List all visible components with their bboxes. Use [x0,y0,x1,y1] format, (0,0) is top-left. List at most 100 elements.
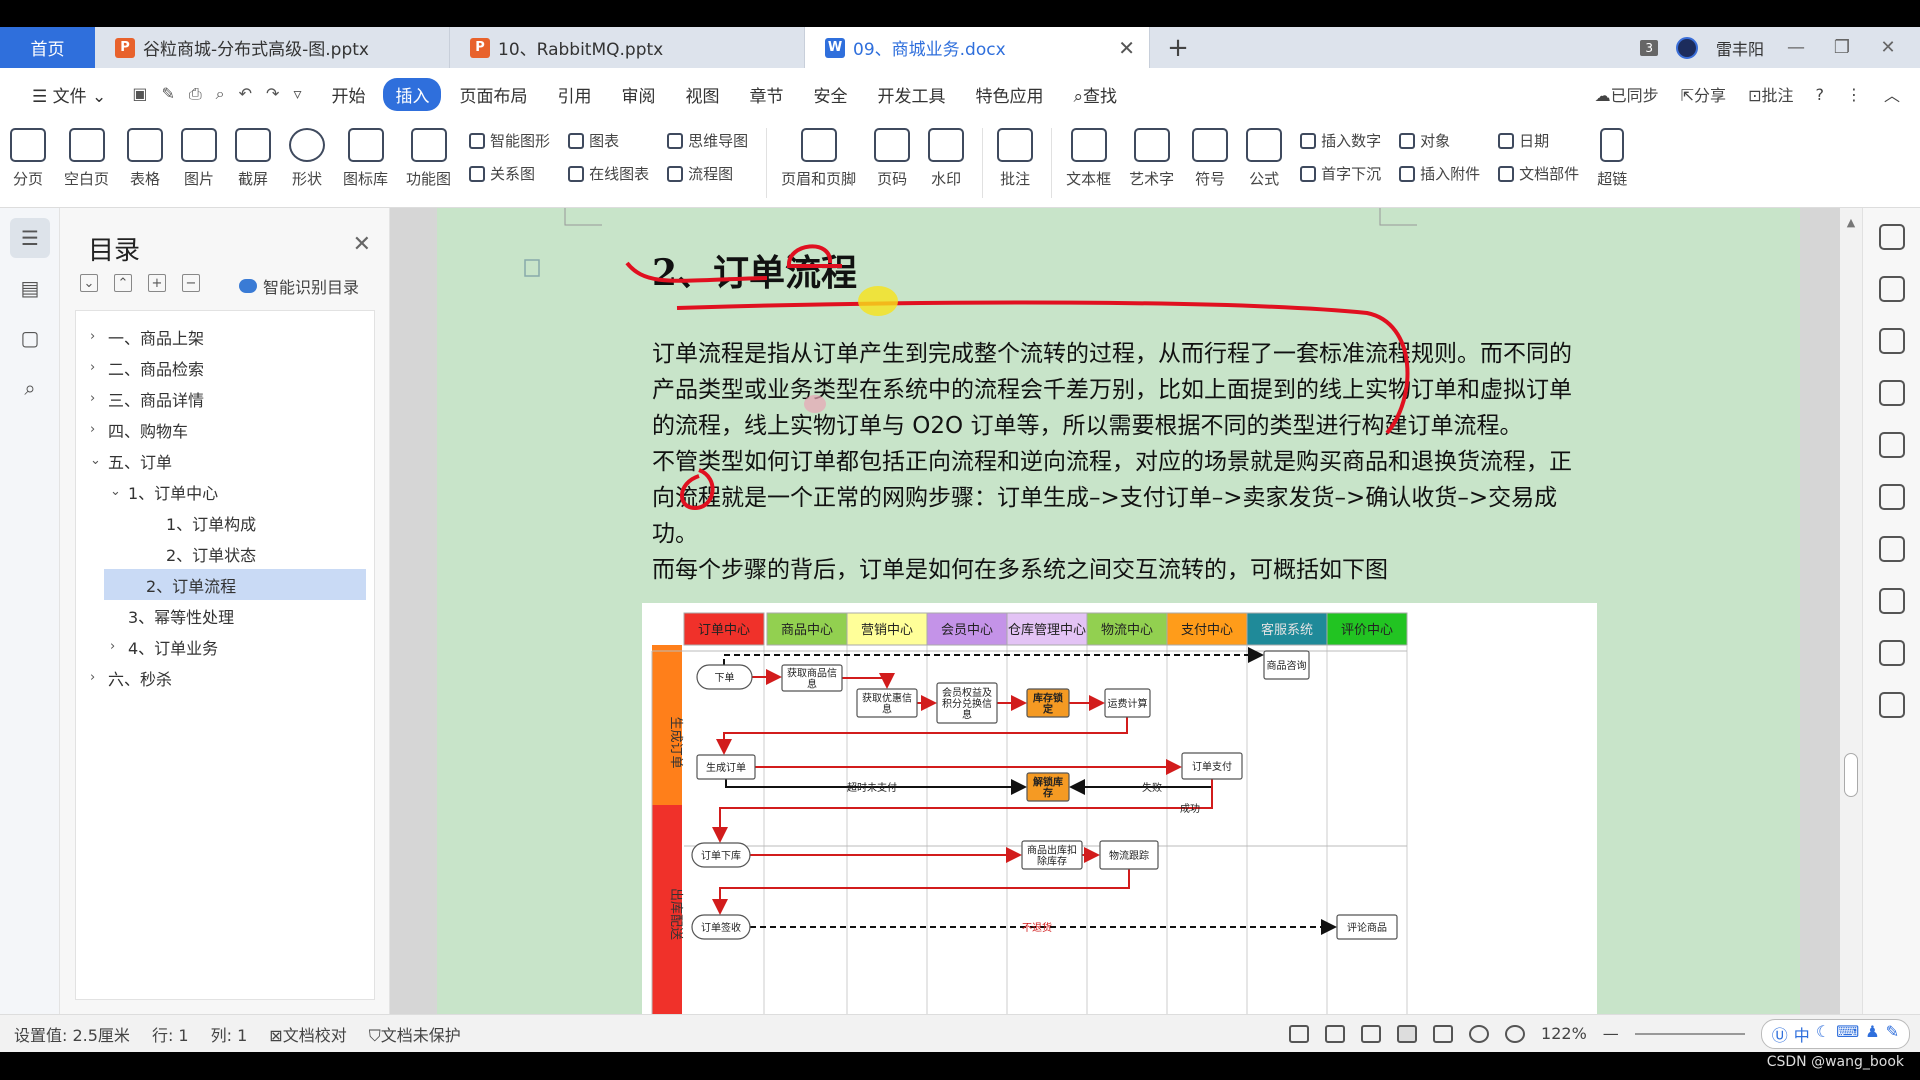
redo-icon[interactable]: ↷ [266,84,279,104]
icon-library-button[interactable]: 图标库 [343,120,388,189]
tab-pptx-2[interactable]: P 10、RabbitMQ.pptx [450,27,805,68]
collapse-all-icon[interactable]: ⌃ [114,274,132,292]
toc-item[interactable]: ⌄ 五、订单 [76,445,374,476]
toc-item[interactable]: 2、订单流程 [104,569,366,600]
window-close-icon[interactable]: ✕ [1874,37,1902,58]
chevron-right-icon[interactable]: › [90,670,108,685]
page-break-button[interactable]: 分页 [10,120,46,189]
proofread-button[interactable]: ⊠文档校对 [269,1022,346,1046]
chevron-right-icon[interactable]: › [90,360,108,375]
toc-item[interactable]: 3、幂等性处理 [76,600,374,631]
toc-item[interactable]: › 4、订单业务 [76,631,374,662]
file-menu[interactable]: ☰ 文件 ⌄ [20,78,118,111]
object-button[interactable]: 对象 [1399,130,1480,151]
toc-item[interactable]: › 二、商品检索 [76,352,374,383]
remove-heading-icon[interactable]: − [182,274,200,292]
shape-panel-icon[interactable] [1878,380,1905,406]
save-icon[interactable]: ▣ [132,84,147,104]
search-button[interactable]: ⌕查找 [1061,78,1129,111]
comment-insert-button[interactable]: 批注 [997,120,1034,189]
smart-graphic-button[interactable]: 智能图形 [469,130,550,151]
restore-icon[interactable]: ❐ [1828,37,1856,58]
picture-button[interactable]: 图片 [181,120,218,189]
table-panel-icon[interactable] [1878,484,1905,510]
flow-diagram[interactable]: 订单中心 商品中心 营销中心 会员中心 仓库管理中心 物流中心 支付中心 客服系统 评价中心 生… [642,603,1597,1014]
relation-chart-button[interactable]: 关系图 [469,163,550,184]
menu-start[interactable]: 开始 [319,78,377,111]
close-icon[interactable]: ✕ [1118,36,1135,60]
select-icon[interactable] [1878,276,1905,302]
write-mode-icon[interactable] [1361,1024,1382,1043]
avatar[interactable] [1675,36,1698,59]
pen-icon[interactable] [1878,224,1905,250]
hyperlink-button[interactable]: 超链 [1597,120,1627,189]
chart-button[interactable]: 图表 [568,130,649,151]
web-view-icon[interactable] [1469,1024,1490,1043]
chevron-right-icon[interactable]: › [110,639,128,654]
toc-item[interactable]: › 三、商品详情 [76,383,374,414]
find-icon[interactable]: ⌕ [10,368,50,408]
watermark-button[interactable]: 水印 [928,120,965,189]
symbol-button[interactable]: 符号 [1192,120,1229,189]
close-icon[interactable]: ✕ [353,232,371,257]
tab-docx-active[interactable]: W 09、商城业务.docx ✕ [805,27,1150,68]
insert-number-button[interactable]: 插入数字 [1300,130,1381,151]
textbox-button[interactable]: 文本框 [1066,120,1111,189]
chart-panel-icon[interactable] [1878,588,1905,614]
sync-button[interactable]: ☁已同步 [1595,82,1659,106]
scroll-up-icon[interactable]: ▲ [1840,216,1862,229]
zoom-out-icon[interactable]: — [1603,1024,1619,1043]
user-name[interactable]: 雷丰阳 [1716,36,1764,60]
menu-review[interactable]: 审阅 [609,78,667,111]
image-panel-icon[interactable] [1878,692,1905,718]
menu-insert[interactable]: 插入 [383,77,442,111]
smart-toc-button[interactable]: 智能识别目录 [238,274,359,298]
eye-protect-icon[interactable] [1505,1024,1526,1043]
fill-icon[interactable] [1878,432,1905,458]
page-view-icon[interactable] [1397,1024,1418,1043]
tab-pptx-1[interactable]: P 谷粒商城-分布式高级-图.pptx [95,27,450,68]
add-heading-icon[interactable]: + [148,274,166,292]
new-tab-button[interactable]: + [1150,27,1206,68]
formula-button[interactable]: 公式 [1246,120,1283,189]
menu-security[interactable]: 安全 [801,78,859,111]
online-chart-button[interactable]: 在线图表 [568,163,649,184]
undo-icon[interactable]: ↶ [239,84,252,104]
window-count-badge[interactable]: 3 [1640,39,1658,56]
wordart-button[interactable]: 艺术字 [1129,120,1174,189]
ime-toolbar[interactable]: Ⓤ 中 ☾ ⌨ ♟ ✎ [1760,1018,1910,1049]
mindmap-button[interactable]: 思维导图 [667,130,748,151]
chevron-right-icon[interactable]: › [90,422,108,437]
toc-item[interactable]: › 四、购物车 [76,414,374,445]
drop-cap-button[interactable]: 首字下沉 [1300,163,1381,184]
style-icon[interactable] [1878,328,1905,354]
minimize-icon[interactable]: — [1782,37,1810,58]
menu-layout[interactable]: 页面布局 [447,78,539,111]
chevron-right-icon[interactable]: › [90,329,108,344]
shape-button[interactable]: 形状 [289,120,326,189]
expand-all-icon[interactable]: ⌄ [80,274,98,292]
toc-item[interactable]: › 六、秒杀 [76,662,374,693]
document-page[interactable]: 2、订单流程 订单流程是指从订单产生到完成整个流转的过程，从而行程了一套标准流程… [437,208,1800,1014]
bookmark-icon[interactable]: ▢ [10,318,50,358]
header-footer-button[interactable]: 页眉和页脚 [781,120,856,189]
collapse-ribbon-icon[interactable]: ︿ [1884,82,1900,106]
blank-page-button[interactable]: 空白页 [64,120,109,189]
zoom-slider[interactable] [1634,1032,1745,1035]
format-painter-icon[interactable]: ✎ [161,84,174,104]
pages-panel-icon[interactable]: ▤ [10,268,50,308]
help-icon[interactable]: ? [1815,85,1824,104]
menu-features[interactable]: 特色应用 [963,78,1055,111]
attachment-button[interactable]: 插入附件 [1399,163,1480,184]
outline-view-icon[interactable] [1433,1024,1454,1043]
more-icon[interactable]: ▿ [293,84,301,104]
menu-chapter[interactable]: 章节 [737,78,795,111]
vertical-scrollbar[interactable]: ▲ [1840,208,1862,1014]
tab-home[interactable]: 首页 [0,27,95,68]
grid-icon[interactable] [1878,536,1905,562]
menu-view[interactable]: 视图 [673,78,731,111]
chevron-down-icon[interactable]: ⌄ [110,484,128,499]
screenshot-button[interactable]: 截屏 [235,120,272,189]
comment-button[interactable]: ⊡批注 [1748,82,1793,106]
toc-panel-icon[interactable]: ☰ [10,218,50,258]
